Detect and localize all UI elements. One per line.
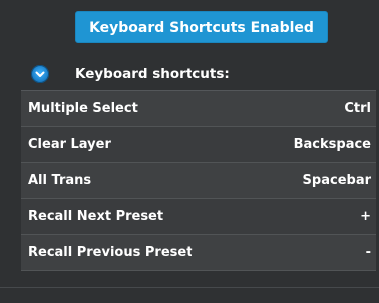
shortcut-key: - [365, 245, 371, 260]
chevron-down-icon[interactable] [31, 65, 49, 83]
shortcut-action: Recall Previous Preset [28, 245, 193, 260]
keyboard-shortcuts-toggle-button[interactable]: Keyboard Shortcuts Enabled [75, 11, 328, 43]
shortcut-action: All Trans [28, 173, 92, 188]
shortcuts-table: Multiple Select Ctrl Clear Layer Backspa… [21, 90, 376, 271]
shortcut-action: Multiple Select [28, 101, 138, 116]
divider [0, 287, 379, 288]
section-title: Keyboard shortcuts: [75, 66, 230, 82]
shortcut-row-clear-layer: Clear Layer Backspace [21, 127, 376, 163]
shortcut-key: + [360, 209, 371, 224]
shortcut-row-recall-previous-preset: Recall Previous Preset - [21, 235, 376, 271]
keyboard-shortcuts-section-header[interactable]: Keyboard shortcuts: [0, 59, 379, 89]
keyboard-shortcuts-panel: Keyboard Shortcuts Enabled Keyboard shor… [0, 0, 379, 303]
shortcut-row-multiple-select: Multiple Select Ctrl [21, 91, 376, 127]
shortcut-row-all-trans: All Trans Spacebar [21, 163, 376, 199]
shortcut-row-recall-next-preset: Recall Next Preset + [21, 199, 376, 235]
shortcut-key: Backspace [293, 137, 371, 152]
shortcut-key: Ctrl [344, 101, 371, 116]
shortcut-key: Spacebar [302, 173, 371, 188]
shortcut-action: Recall Next Preset [28, 209, 164, 224]
shortcut-action: Clear Layer [28, 137, 111, 152]
